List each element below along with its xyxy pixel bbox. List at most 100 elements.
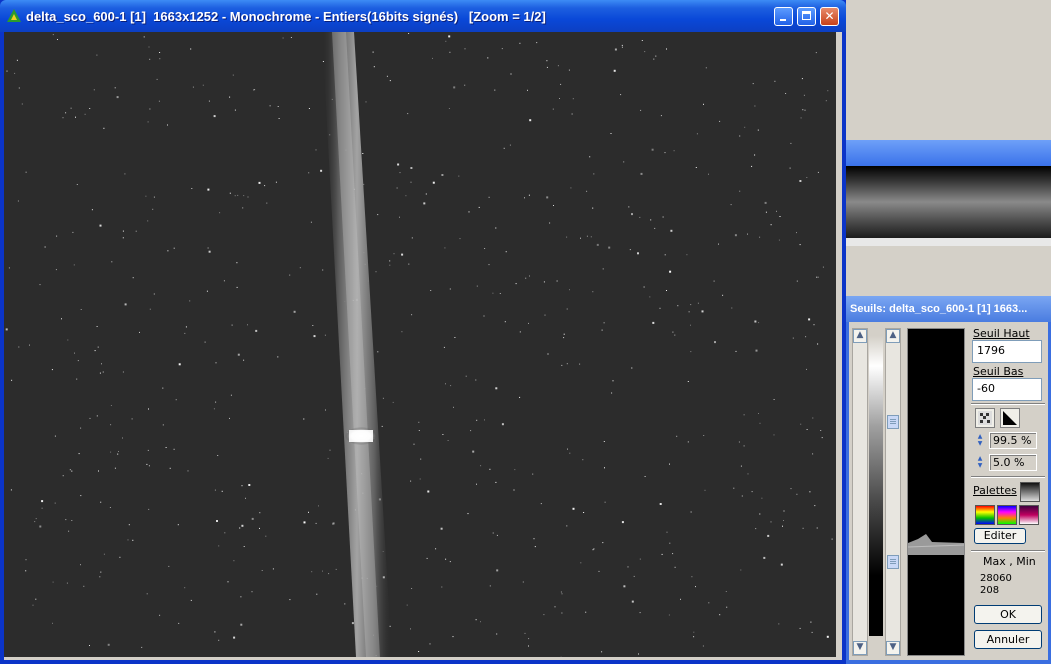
star <box>224 532 226 534</box>
image-window-border <box>836 32 842 657</box>
star <box>763 556 766 559</box>
invert-threshold-button[interactable] <box>1000 408 1020 428</box>
annuler-button[interactable]: Annuler <box>974 630 1042 649</box>
star <box>278 118 280 119</box>
star <box>213 408 215 410</box>
seuil-haut-input[interactable]: 1796 <box>972 340 1042 363</box>
star <box>668 614 670 616</box>
ok-button[interactable]: OK <box>974 605 1042 624</box>
star <box>259 512 261 514</box>
star <box>739 135 741 137</box>
scroll-thumb-lower[interactable] <box>887 555 899 569</box>
star <box>78 453 80 455</box>
star <box>399 216 400 218</box>
star <box>99 224 102 227</box>
star <box>245 497 246 499</box>
high-threshold-scrollbar[interactable]: ▲ ▼ <box>885 328 901 656</box>
star <box>128 524 130 526</box>
scroll-thumb-upper[interactable] <box>887 415 899 429</box>
pct-low-spinner-icon[interactable]: ▲ ▼ <box>976 455 984 471</box>
star <box>289 274 291 276</box>
star <box>83 585 85 587</box>
star <box>119 556 121 558</box>
star-field-spectrum-image <box>4 32 836 657</box>
star <box>758 322 760 324</box>
scroll-down-arrow-icon[interactable]: ▼ <box>853 641 867 655</box>
star <box>596 243 599 246</box>
scroll-down-arrow-icon[interactable]: ▼ <box>886 641 900 655</box>
star <box>592 291 594 293</box>
star <box>75 116 76 118</box>
image-window-titlebar[interactable]: delta_sco_600-1 [1] 1663x1252 - Monochro… <box>0 0 846 32</box>
star <box>831 538 833 540</box>
seuil-bas-input[interactable]: -60 <box>972 378 1042 401</box>
star <box>589 156 591 158</box>
rainbow-palette-button[interactable] <box>975 505 995 525</box>
minimize-button[interactable] <box>774 7 793 26</box>
star <box>776 210 777 212</box>
star <box>799 180 802 182</box>
seuils-title: Seuils: delta_sco_600-1 [1] 1663... <box>850 303 1028 315</box>
star <box>546 66 548 68</box>
star <box>442 434 444 435</box>
pct-low-field[interactable]: 5.0 % <box>989 454 1037 471</box>
app-logo-icon <box>7 9 21 22</box>
star <box>522 581 524 583</box>
star <box>289 599 291 601</box>
preview-window-titlebar[interactable] <box>846 140 1051 166</box>
star <box>563 333 565 335</box>
star <box>91 209 93 211</box>
star <box>116 96 119 99</box>
star <box>107 643 110 646</box>
star <box>190 48 192 50</box>
astro-image-canvas[interactable] <box>4 32 836 657</box>
star <box>335 568 337 570</box>
star <box>80 564 81 566</box>
pct-high-spinner-icon[interactable]: ▲ ▼ <box>976 433 984 449</box>
star <box>61 318 62 320</box>
star <box>566 363 568 365</box>
star <box>465 375 467 377</box>
maximize-button[interactable] <box>797 7 816 26</box>
star <box>488 196 490 198</box>
star <box>693 636 695 638</box>
star <box>583 512 585 513</box>
auto-threshold-button[interactable] <box>975 408 995 428</box>
star <box>649 296 651 298</box>
star <box>277 356 279 358</box>
star <box>778 239 780 241</box>
star <box>690 304 692 306</box>
gray-palette-button[interactable] <box>1020 482 1040 502</box>
star <box>627 566 629 568</box>
spectrum-palette-button[interactable] <box>997 505 1017 525</box>
star <box>815 52 817 54</box>
star <box>214 631 216 633</box>
star <box>758 413 759 414</box>
star <box>755 349 758 352</box>
star <box>204 341 206 343</box>
editer-button[interactable]: Editer <box>974 528 1026 544</box>
star <box>704 489 706 491</box>
star <box>351 622 354 625</box>
star <box>666 290 667 291</box>
star <box>411 237 413 239</box>
pct-high-field[interactable]: 99.5 % <box>989 432 1037 449</box>
star <box>743 414 745 416</box>
star <box>821 437 823 439</box>
star <box>320 169 323 172</box>
star <box>221 490 223 492</box>
star <box>528 645 529 647</box>
scroll-up-arrow-icon[interactable]: ▲ <box>886 329 900 343</box>
close-button[interactable]: ✕ <box>820 7 839 26</box>
star <box>114 87 116 89</box>
star <box>764 201 767 204</box>
star <box>70 107 72 109</box>
seuils-titlebar[interactable]: Seuils: delta_sco_600-1 [1] 1663... <box>846 296 1051 322</box>
star <box>290 37 292 38</box>
star <box>146 593 148 595</box>
low-threshold-scrollbar[interactable]: ▲ ▼ <box>852 328 868 656</box>
star <box>504 321 506 323</box>
heat-palette-button[interactable] <box>1019 505 1039 525</box>
scroll-up-arrow-icon[interactable]: ▲ <box>853 329 867 343</box>
star <box>426 557 428 559</box>
